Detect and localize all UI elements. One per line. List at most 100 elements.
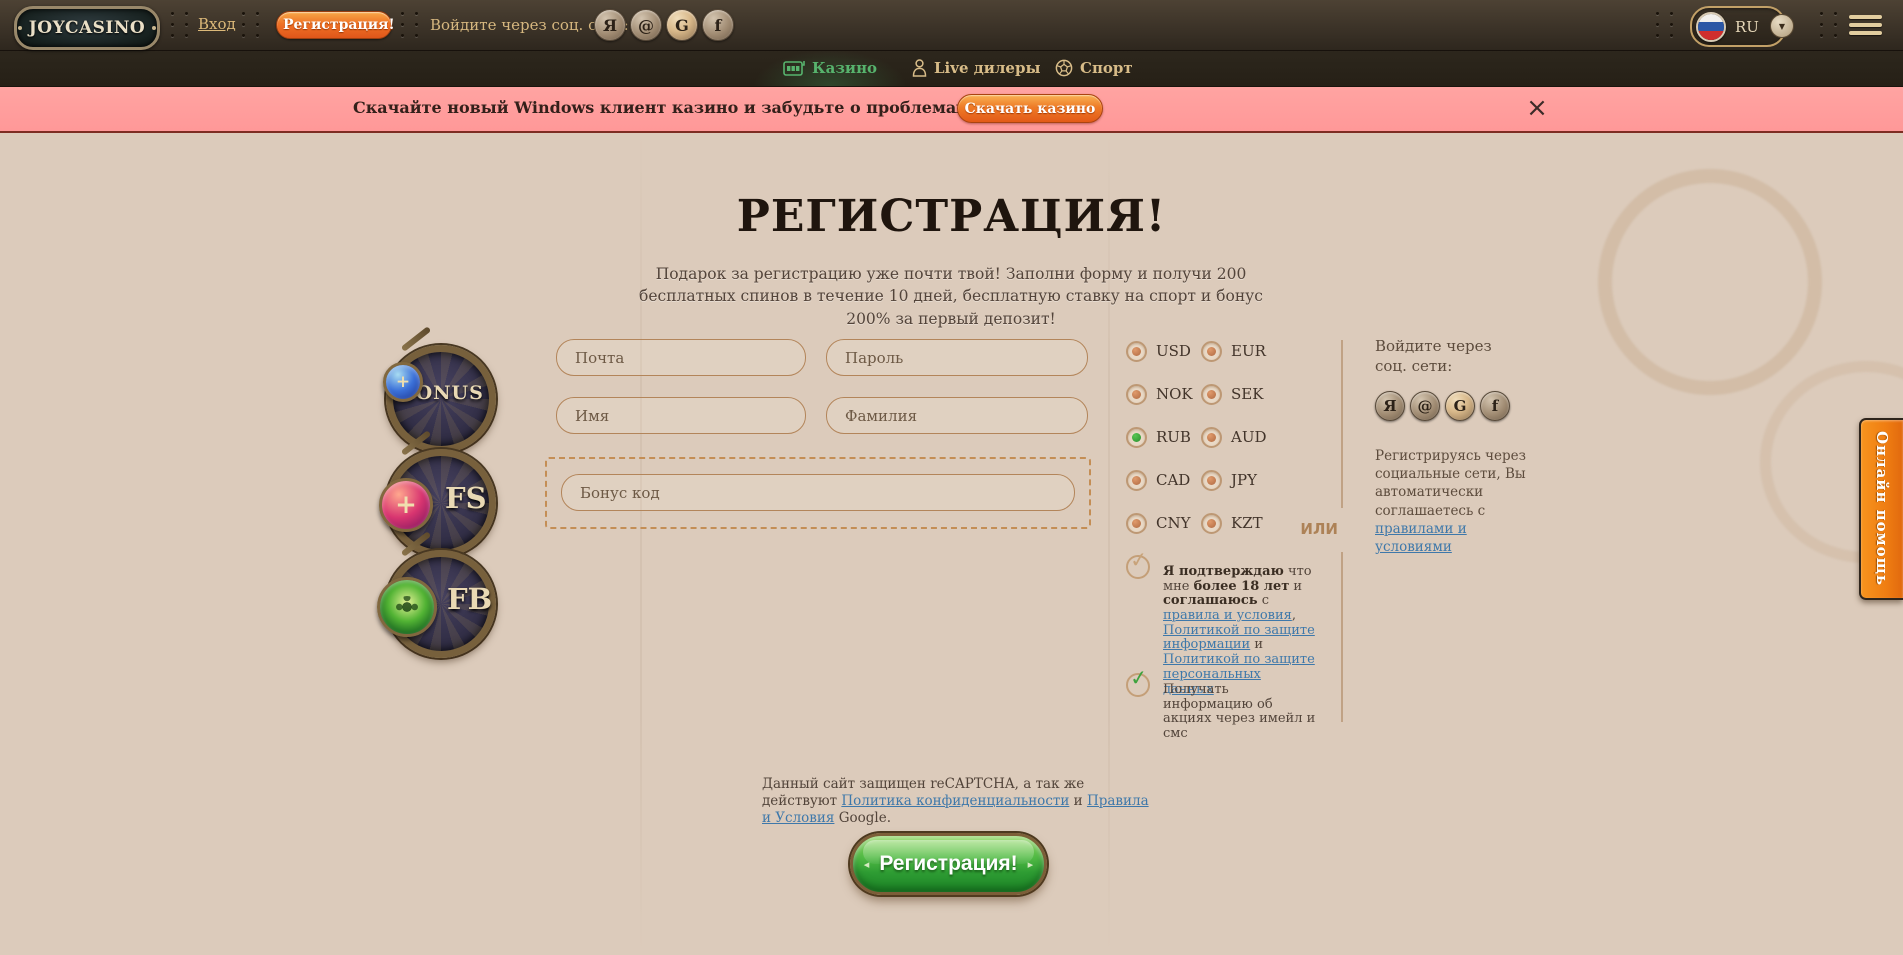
social-signup-note: Регистрируясь через социальные сети, Вы … [1375, 447, 1533, 556]
online-help-label: Онлайн помощь [1873, 431, 1891, 586]
badge-freespins: + FS [386, 449, 496, 557]
currency-nok[interactable]: NOK [1126, 383, 1201, 405]
privacy-policy-link[interactable]: Политика конфиденциальности [841, 793, 1069, 809]
russia-flag-icon [1696, 12, 1726, 42]
radio-icon [1201, 384, 1222, 405]
yandex-icon[interactable]: Я [594, 9, 626, 41]
currency-usd[interactable]: USD [1126, 340, 1201, 362]
firstname-input[interactable] [556, 397, 806, 434]
badge-freebet: FB [386, 550, 496, 658]
divider [1341, 552, 1343, 722]
topbar-social-icons: Я @ G f [594, 9, 734, 41]
radio-icon [1126, 513, 1147, 534]
badge-bonus: + BONUS [386, 345, 496, 453]
google-icon[interactable]: G [1445, 391, 1475, 421]
yandex-icon[interactable]: Я [1375, 391, 1405, 421]
close-icon[interactable]: × [1521, 92, 1553, 124]
currency-eur[interactable]: EUR [1201, 340, 1276, 362]
password-input[interactable] [826, 339, 1088, 376]
facebook-icon[interactable]: f [702, 9, 734, 41]
divider [1341, 340, 1343, 508]
slot-machine-icon [783, 60, 805, 77]
checkmark-icon: ✓ [1129, 547, 1149, 573]
radio-icon [1201, 513, 1222, 534]
currency-options: USD EUR NOK SEK RUB AUD CAD JPY CNY KZT [1126, 340, 1276, 534]
freebet-ball-icon [377, 577, 437, 637]
tab-label: Казино [812, 59, 877, 77]
login-link[interactable]: Вход [198, 15, 236, 33]
topbar: JOYCASINO Вход Регистрация! Войдите чере… [0, 0, 1903, 51]
radio-icon [1126, 384, 1147, 405]
navbar: Казино Live дилеры Спорт [0, 50, 1903, 87]
logo-text: JOYCASINO [29, 18, 146, 38]
radio-icon [1201, 470, 1222, 491]
info-policy-link[interactable]: Политикой по защите информации [1163, 623, 1315, 653]
facebook-icon[interactable]: f [1480, 391, 1510, 421]
bonus-orb-icon: + [383, 362, 423, 402]
logo[interactable]: JOYCASINO [14, 6, 160, 50]
tab-live-dealers[interactable]: Live дилеры [912, 50, 1041, 86]
paper-fold-decoration [640, 131, 642, 955]
tab-casino[interactable]: Казино [783, 50, 877, 86]
lastname-input[interactable] [826, 397, 1088, 434]
submit-registration-button[interactable]: ◂ Регистрация! ▸ [850, 833, 1047, 895]
currency-kzt[interactable]: KZT [1201, 512, 1276, 534]
badge-label: FB [447, 582, 492, 616]
dealer-person-icon [912, 59, 927, 77]
left-arrow-icon: ◂ [864, 858, 870, 871]
chevron-down-icon[interactable]: ▼ [1770, 14, 1794, 38]
bonus-code-input[interactable] [561, 474, 1075, 511]
currency-cad[interactable]: CAD [1126, 469, 1201, 491]
language-selector[interactable]: RU ▼ [1690, 6, 1786, 47]
download-banner: Скачайте новый Windows клиент казино и з… [0, 86, 1903, 133]
currency-sek[interactable]: SEK [1201, 383, 1276, 405]
logo-dot [18, 26, 22, 30]
terms-link[interactable]: правила и условия [1163, 608, 1292, 623]
checkmark-icon: ✓ [1129, 665, 1149, 691]
or-label: ИЛИ [1296, 520, 1338, 538]
register-button[interactable]: Регистрация! [276, 11, 392, 39]
rivet-decoration [401, 12, 418, 37]
currency-jpy[interactable]: JPY [1201, 469, 1276, 491]
terms-checkbox[interactable]: ✓ [1126, 555, 1150, 579]
online-help-tab[interactable]: Онлайн помощь [1859, 418, 1903, 600]
rivet-decoration [171, 12, 188, 37]
submit-label: Регистрация! [879, 852, 1017, 876]
radio-icon [1126, 341, 1147, 362]
download-casino-button[interactable]: Скачать казино [957, 94, 1103, 123]
radio-icon [1126, 427, 1147, 448]
social-signup-title: Войдите через соц. сети: [1375, 337, 1515, 376]
currency-cny[interactable]: CNY [1126, 512, 1201, 534]
radio-icon [1201, 341, 1222, 362]
currency-rub[interactable]: RUB [1126, 426, 1201, 448]
mailru-icon[interactable]: @ [630, 9, 662, 41]
soccer-ball-icon [1055, 59, 1073, 77]
radio-icon [1126, 470, 1147, 491]
paper-fold-decoration [1108, 131, 1110, 955]
tab-label: Live дилеры [934, 59, 1041, 77]
social-signup-icons: Я @ G f [1375, 391, 1510, 421]
mailru-icon[interactable]: @ [1410, 391, 1440, 421]
rivet-decoration [1656, 12, 1673, 37]
email-input[interactable] [556, 339, 806, 376]
page: JOYCASINO Вход Регистрация! Войдите чере… [0, 0, 1903, 955]
badge-label: FS [445, 481, 487, 515]
promo-optin-text: Получать информацию об акциях через имей… [1163, 683, 1321, 742]
menu-icon[interactable] [1849, 15, 1882, 35]
freespins-orb-icon: + [379, 478, 433, 532]
registration-page: РЕГИСТРАЦИЯ! Подарок за регистрацию уже … [0, 131, 1903, 955]
tab-label: Спорт [1080, 59, 1133, 77]
logo-dot [152, 26, 156, 30]
tab-sport[interactable]: Спорт [1055, 50, 1133, 86]
currency-aud[interactable]: AUD [1201, 426, 1276, 448]
rivet-decoration [242, 12, 259, 37]
recaptcha-notice: Данный сайт защищен reCAPTCHA, а так же … [762, 776, 1150, 827]
right-arrow-icon: ▸ [1028, 858, 1034, 871]
language-code: RU [1735, 18, 1759, 36]
promo-checkbox[interactable]: ✓ [1126, 673, 1150, 697]
rivet-decoration [1820, 12, 1837, 37]
terms-and-conditions-link[interactable]: правилами и условиями [1375, 521, 1467, 555]
terms-text: Я подтверждаю что мне более 18 лет и сог… [1163, 565, 1315, 697]
google-icon[interactable]: G [666, 9, 698, 41]
page-subtitle: Подарок за регистрацию уже почти твой! З… [626, 263, 1276, 330]
